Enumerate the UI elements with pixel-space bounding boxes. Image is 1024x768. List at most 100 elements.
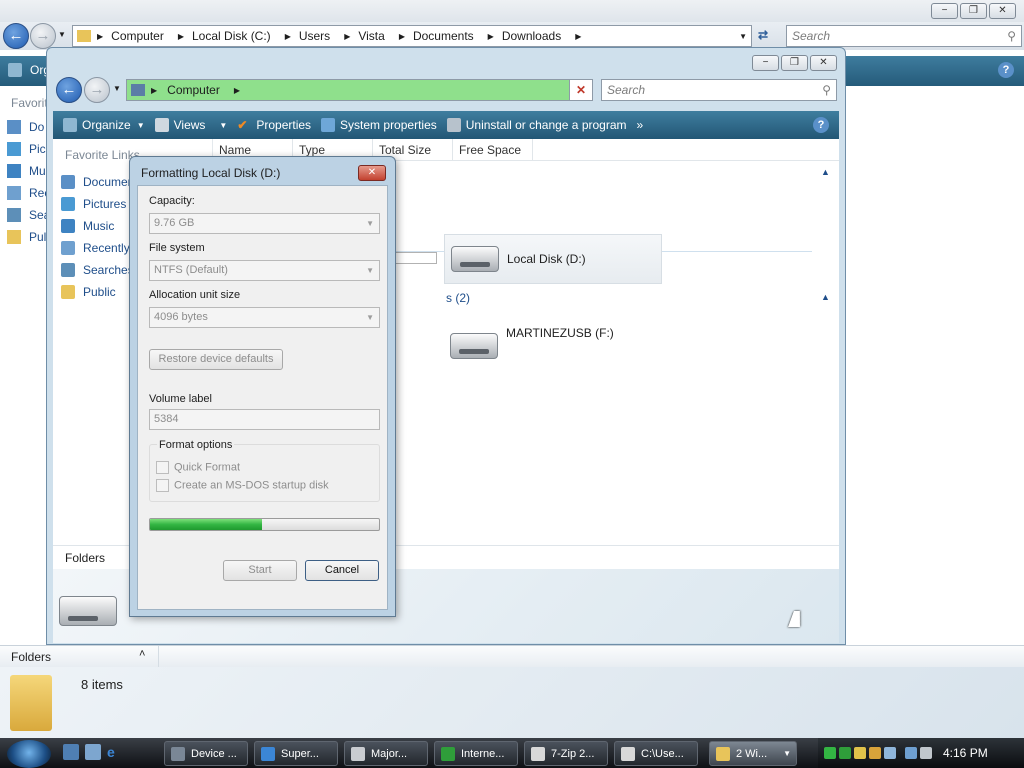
drive-tile-local-disk-d[interactable]: Local Disk (D:) <box>444 234 662 284</box>
restore-defaults-button[interactable]: Restore device defaults <box>149 349 283 370</box>
nav-link-pictures[interactable]: Pic <box>7 142 46 156</box>
recent-pages-dropdown[interactable]: ▼ <box>113 84 121 93</box>
collapse-group-icon[interactable]: ▲ <box>821 292 830 302</box>
downloads-folders-bar[interactable]: Folders ˄ <box>0 645 1024 668</box>
task-super[interactable]: Super... <box>254 741 338 766</box>
nav-link-music[interactable]: Mu <box>7 164 46 178</box>
organize-menu[interactable]: Organize ▼ <box>63 118 145 132</box>
downloads-details-pane: 8 items <box>0 667 1024 738</box>
capacity-select[interactable]: 9.76 GB ▼ <box>149 213 380 234</box>
chevron-up-icon[interactable]: ˄ <box>139 648 145 660</box>
back-button[interactable]: ← <box>56 77 82 103</box>
task-device-manager[interactable]: Device ... <box>164 741 248 766</box>
cancel-button[interactable]: Cancel <box>305 560 379 581</box>
address-bar[interactable]: ▶ Computer ▶ Local Disk (C:) ▶ Users ▶ V… <box>72 25 752 47</box>
nav-link-searches[interactable]: Searches <box>61 259 134 281</box>
task-internet[interactable]: Interne... <box>434 741 518 766</box>
programs-icon <box>446 118 461 132</box>
maximize-button[interactable]: ❐ <box>960 3 987 19</box>
column-free-space[interactable]: Free Space <box>453 139 533 161</box>
show-desktop-icon[interactable] <box>63 744 79 760</box>
warning-icon[interactable] <box>869 747 881 759</box>
allocation-label: Allocation unit size <box>149 289 241 301</box>
folder-icon <box>7 230 21 244</box>
device-icon[interactable] <box>884 747 896 759</box>
speaker-muted-icon[interactable] <box>920 747 932 759</box>
help-icon[interactable]: ? <box>998 62 1014 78</box>
nav-link-documents[interactable]: Do <box>7 120 44 134</box>
recent-pages-dropdown[interactable]: ▼ <box>58 30 66 39</box>
maximize-button[interactable]: ❐ <box>781 55 808 71</box>
help-icon[interactable]: ? <box>813 117 829 133</box>
task-7zip[interactable]: 7-Zip 2... <box>524 741 608 766</box>
chevron-down-icon[interactable]: ▼ <box>739 32 747 41</box>
msdos-option[interactable]: Create an MS-DOS startup disk <box>156 479 329 492</box>
minimize-button[interactable]: − <box>931 3 958 19</box>
close-button[interactable]: ✕ <box>810 55 837 71</box>
breadcrumb-computer[interactable]: Computer <box>111 29 164 43</box>
address-bar[interactable]: ▶ Computer ▶ ▼ <box>126 79 592 101</box>
nav-link-music[interactable]: Music <box>61 215 114 237</box>
nav-link-recently[interactable]: Recently <box>61 237 130 259</box>
minimize-button[interactable]: − <box>752 55 779 71</box>
quick-format-checkbox[interactable] <box>156 461 169 474</box>
properties-button[interactable]: ✔ Properties <box>237 118 311 132</box>
allocation-select[interactable]: 4096 bytes ▼ <box>149 307 380 328</box>
breadcrumb-documents[interactable]: Documents <box>413 29 474 43</box>
volume-label-input[interactable]: 5384 <box>149 409 380 430</box>
more-commands-button[interactable]: » <box>637 118 644 132</box>
system-properties-button[interactable]: System properties <box>321 118 437 132</box>
refresh-icon[interactable]: ⇄ <box>758 28 768 42</box>
nav-link-pictures[interactable]: Pictures <box>61 193 126 215</box>
search-input[interactable]: Search ⚲ <box>786 25 1022 47</box>
forward-button[interactable]: → <box>30 23 56 49</box>
back-button[interactable]: ← <box>3 23 29 49</box>
nav-link-public[interactable]: Public <box>61 281 116 303</box>
start-button[interactable]: Start <box>223 560 297 581</box>
security-shield-icon[interactable] <box>854 747 866 759</box>
views-menu[interactable]: Views ▼ <box>154 118 227 132</box>
close-button[interactable]: ✕ <box>358 165 386 181</box>
search-icon[interactable]: ⚲ <box>822 80 831 100</box>
folder-icon <box>61 285 75 299</box>
nav-link-recent[interactable]: Rec <box>7 186 50 200</box>
breadcrumb-vista[interactable]: Vista <box>358 29 384 43</box>
computer-nav-bar: ← → ▼ ▶ Computer ▶ ▼ ✕ Search ⚲ <box>47 75 845 105</box>
capacity-label: Capacity: <box>149 195 195 207</box>
app-icon <box>351 746 365 761</box>
close-button[interactable]: ✕ <box>989 3 1016 19</box>
breadcrumb-users[interactable]: Users <box>299 29 330 43</box>
switch-windows-icon[interactable] <box>85 744 101 760</box>
uninstall-button[interactable]: Uninstall or change a program <box>446 118 627 132</box>
quick-format-option[interactable]: Quick Format <box>156 461 240 474</box>
chevron-down-icon: ▼ <box>136 120 145 130</box>
collapse-group-icon[interactable]: ▲ <box>821 167 830 177</box>
task-major[interactable]: Major... <box>344 741 428 766</box>
usb-drive-icon <box>450 333 498 359</box>
search-input[interactable]: Search ⚲ <box>601 79 837 101</box>
file-system-select[interactable]: NTFS (Default) ▼ <box>149 260 380 281</box>
nav-link-searches[interactable]: Sea <box>7 208 50 222</box>
search-icon[interactable]: ⚲ <box>1007 26 1016 46</box>
breadcrumb-computer[interactable]: Computer <box>167 83 220 97</box>
drive-tile-martinezusb-f[interactable]: MARTINEZUSB (F:) <box>444 326 662 366</box>
msdos-checkbox[interactable] <box>156 479 169 492</box>
clock[interactable]: 4:16 PM <box>943 746 988 760</box>
documents-icon <box>61 175 75 189</box>
hard-drive-icon <box>59 596 117 626</box>
internet-explorer-icon[interactable]: e <box>107 744 123 760</box>
start-button[interactable] <box>7 740 51 768</box>
music-icon <box>61 219 75 233</box>
task-command-prompt[interactable]: C:\Use... <box>614 741 698 766</box>
network-connection-icon[interactable] <box>905 747 917 759</box>
stop-icon[interactable]: ✕ <box>569 79 593 101</box>
downloads-nav-pane: Favorit Do Pic Mu Rec Sea Pul <box>0 86 50 646</box>
task-explorer-group[interactable]: 2 Wi... ▼ <box>709 741 797 766</box>
breadcrumb-downloads[interactable]: Downloads <box>502 29 561 43</box>
group-header-removable[interactable]: s (2) <box>446 291 470 305</box>
network-icon[interactable] <box>839 747 851 759</box>
breadcrumb-local-disk[interactable]: Local Disk (C:) <box>192 29 271 43</box>
forward-button[interactable]: → <box>84 77 110 103</box>
nav-link-public[interactable]: Pul <box>7 230 46 244</box>
flag-icon[interactable] <box>824 747 836 759</box>
